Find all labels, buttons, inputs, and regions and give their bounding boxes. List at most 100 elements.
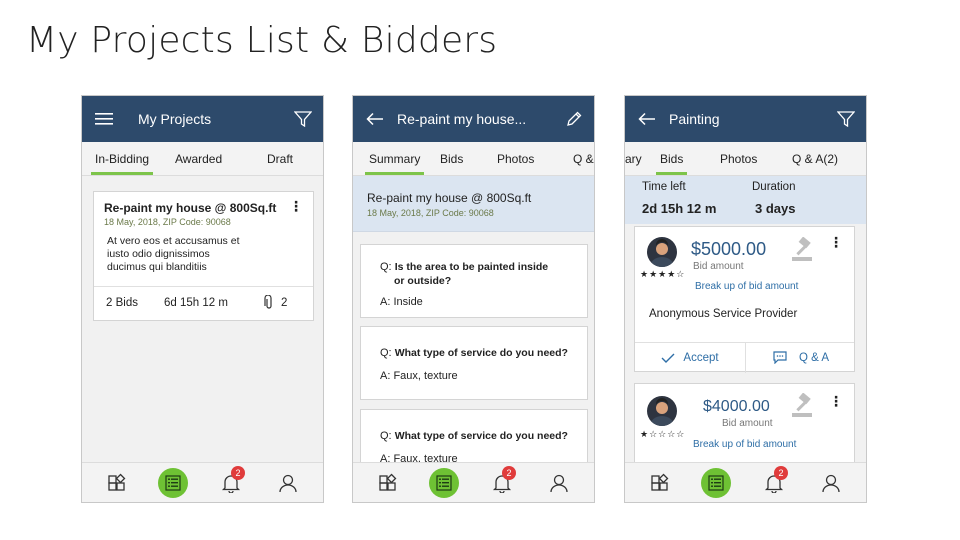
- duration-value: 3 days: [755, 201, 796, 216]
- chat-icon: [773, 351, 787, 364]
- bid-info-header: Time left 2d 15h 12 m Duration 3 days: [625, 176, 866, 224]
- more-options-icon[interactable]: ⋮: [289, 199, 303, 213]
- bid-amount-label: Bid amount: [722, 418, 773, 429]
- filter-icon[interactable]: [826, 111, 866, 127]
- avatar: [647, 237, 677, 267]
- app-bar-title: Re-paint my house...: [397, 111, 527, 127]
- project-title: Re-paint my house @ 800Sq.ft: [367, 191, 532, 205]
- gavel-icon: [790, 236, 818, 268]
- project-description-line: ducimus qui blanditiis: [107, 261, 207, 273]
- nav-categories-icon[interactable]: [373, 468, 403, 498]
- nav-notifications-icon[interactable]: 2: [216, 466, 246, 498]
- bottom-nav: 2: [353, 462, 594, 502]
- app-bar: Re-paint my house...: [353, 96, 594, 142]
- nav-profile-icon[interactable]: [816, 468, 846, 498]
- edit-pencil-icon[interactable]: [554, 111, 594, 127]
- phone-my-projects: My Projects In-Bidding Awarded Draft Re-…: [81, 95, 324, 503]
- nav-profile-icon[interactable]: [544, 468, 574, 498]
- project-meta: 18 May, 2018, ZIP Code: 90068: [367, 208, 494, 218]
- time-left-value: 2d 15h 12 m: [642, 201, 717, 216]
- qa-button[interactable]: Q & A: [746, 342, 856, 373]
- question-text: or outside?: [394, 275, 452, 287]
- bid-amount: $5000.00: [691, 239, 767, 259]
- question-prefix: Q:: [380, 347, 392, 359]
- time-left: 6d 15h 12 m: [164, 297, 228, 309]
- divider: [94, 286, 313, 287]
- tab-bids[interactable]: Bids: [440, 152, 463, 166]
- notification-badge: 2: [502, 466, 516, 480]
- bid-amount: $4000.00: [703, 398, 770, 415]
- bids-count: 2 Bids: [106, 297, 138, 309]
- tab-bar: ary Bids Photos Q & A(2): [625, 142, 866, 176]
- nav-profile-icon[interactable]: [273, 468, 303, 498]
- tab-bar: Summary Bids Photos Q &: [353, 142, 594, 176]
- more-options-icon[interactable]: ⋮: [829, 394, 843, 408]
- answer-text: A: Faux, texture: [380, 370, 458, 382]
- app-bar: My Projects: [82, 96, 323, 142]
- rating-stars: ★☆☆☆☆: [640, 429, 686, 439]
- project-description-line: iusto odio dignissimos: [107, 248, 210, 260]
- gavel-icon: [790, 392, 818, 424]
- tab-photos[interactable]: Photos: [497, 152, 534, 166]
- nav-projects-icon[interactable]: [429, 468, 459, 498]
- tab-summary[interactable]: Summary: [364, 152, 425, 175]
- more-options-icon[interactable]: ⋮: [829, 235, 843, 249]
- tab-photos[interactable]: Photos: [720, 152, 757, 166]
- tab-draft[interactable]: Draft: [267, 152, 293, 166]
- tab-bar: In-Bidding Awarded Draft: [82, 142, 323, 176]
- back-arrow-icon[interactable]: [353, 112, 397, 126]
- app-bar: Painting: [625, 96, 866, 142]
- project-description-line: At vero eos et accusamus et: [107, 235, 240, 247]
- project-title: Re-paint my house @ 800Sq.ft: [104, 201, 277, 215]
- nav-notifications-icon[interactable]: 2: [759, 466, 789, 498]
- project-card[interactable]: Re-paint my house @ 800Sq.ft 18 May, 201…: [93, 191, 314, 321]
- question-prefix: Q:: [380, 430, 392, 442]
- nav-projects-icon[interactable]: [158, 468, 188, 498]
- bid-card[interactable]: $5000.00 Bid amount ⋮ ★★★★☆ Break up of …: [634, 226, 856, 373]
- accept-button[interactable]: Accept: [635, 342, 745, 373]
- back-arrow-icon[interactable]: [625, 112, 669, 126]
- breakup-link[interactable]: Break up of bid amount: [695, 281, 798, 292]
- tab-awarded[interactable]: Awarded: [175, 152, 222, 166]
- app-bar-title: My Projects: [138, 111, 212, 127]
- tab-qa[interactable]: Q &: [573, 152, 594, 166]
- breakup-link[interactable]: Break up of bid amount: [693, 439, 796, 450]
- project-meta: 18 May, 2018, ZIP Code: 90068: [104, 217, 231, 227]
- nav-categories-icon[interactable]: [102, 468, 132, 498]
- tab-bids[interactable]: Bids: [655, 152, 688, 175]
- qa-card: Q: Is the area to be painted inside or o…: [360, 244, 588, 318]
- bid-amount-label: Bid amount: [693, 261, 744, 272]
- phone-bids: Painting ary Bids Photos Q & A(2) Time l…: [624, 95, 867, 503]
- question-text: What type of service do you need?: [394, 430, 568, 442]
- question-text: What type of service do you need?: [394, 347, 568, 359]
- qa-card: Q: What type of service do you need? A: …: [360, 326, 588, 400]
- checkmark-icon: [661, 353, 675, 363]
- accept-label: Accept: [683, 351, 719, 364]
- bottom-nav: 2: [625, 462, 866, 502]
- duration-label: Duration: [752, 181, 796, 193]
- slide-title: My Projects List & Bidders: [26, 20, 498, 61]
- rating-stars: ★★★★☆: [640, 269, 686, 279]
- filter-icon[interactable]: [283, 111, 323, 127]
- notification-badge: 2: [774, 466, 788, 480]
- avatar: [647, 396, 677, 426]
- tab-in-bidding[interactable]: In-Bidding: [90, 152, 154, 175]
- nav-projects-icon[interactable]: [701, 468, 731, 498]
- tab-qa[interactable]: Q & A(2): [792, 152, 838, 166]
- nav-categories-icon[interactable]: [645, 468, 675, 498]
- qa-label: Q & A: [798, 351, 830, 364]
- question-text: Is the area to be painted inside: [394, 261, 549, 273]
- app-bar-title: Painting: [669, 111, 720, 127]
- notification-badge: 2: [231, 466, 245, 480]
- tab-summary[interactable]: ary: [625, 152, 642, 166]
- paperclip-icon: [264, 294, 274, 316]
- bid-card[interactable]: $4000.00 Bid amount ⋮ ★☆☆☆☆ Break up of …: [634, 383, 855, 473]
- nav-notifications-icon[interactable]: 2: [487, 466, 517, 498]
- bottom-nav: 2: [82, 462, 323, 502]
- attachment-count: 2: [281, 297, 288, 309]
- question-prefix: Q:: [380, 261, 392, 273]
- provider-name: Anonymous Service Provider: [649, 308, 798, 320]
- hamburger-menu-icon[interactable]: [82, 112, 126, 126]
- project-header: Re-paint my house @ 800Sq.ft 18 May, 201…: [353, 176, 594, 232]
- time-left-label: Time left: [642, 181, 686, 193]
